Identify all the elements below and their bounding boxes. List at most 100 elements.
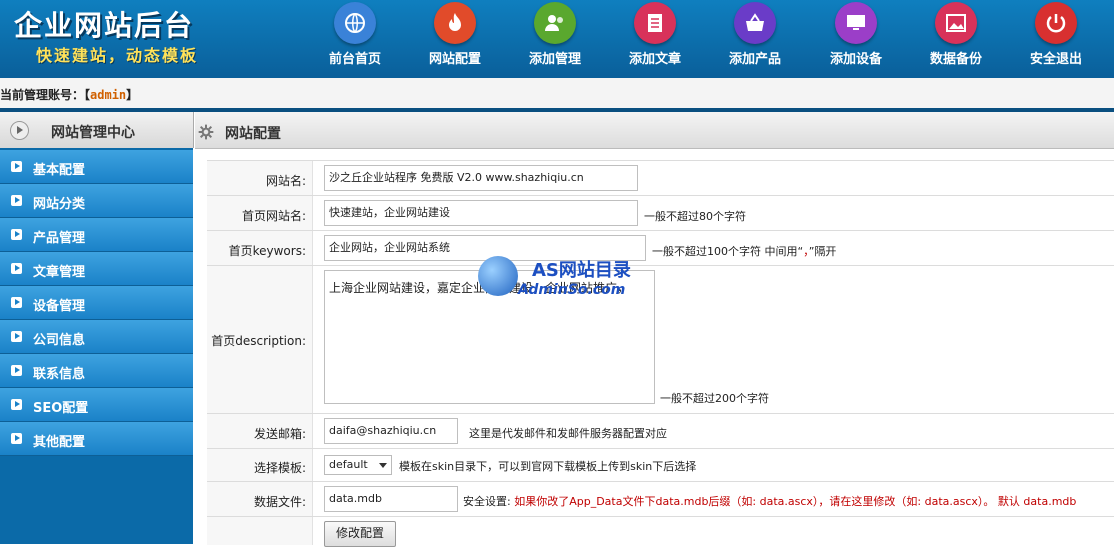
- site-name-label: 网站名:: [265, 174, 306, 188]
- main-header: 网站配置: [195, 112, 1114, 149]
- arrow-right-icon: [11, 433, 22, 444]
- sidebar-item-label: 文章管理: [33, 265, 86, 280]
- template-hint: 模板在skin目录下，可以到官网下载模板上传到skin下后选择: [399, 460, 697, 473]
- watermark-logo: AS网站目录 AdminSo.com: [478, 238, 658, 310]
- keywords-hint-end: ”隔开: [808, 245, 837, 258]
- arrow-right-icon: [11, 331, 22, 342]
- nav-add-product[interactable]: 添加产品: [720, 0, 790, 78]
- email-hint: 这里是代发邮件和发邮件服务器配置对应: [469, 427, 667, 440]
- datafile-label: 数据文件:: [253, 495, 306, 509]
- keywords-label: 首页keywors:: [228, 244, 306, 258]
- power-icon: [1035, 2, 1077, 44]
- email-label: 发送邮箱:: [253, 427, 306, 441]
- watermark-line1: AS网站目录: [532, 260, 631, 281]
- main-panel: 网站配置 网站名: 沙之丘企业站程序 免费版 V2.0 www.shazhiqi…: [195, 112, 1114, 547]
- security-setting-label: 安全设置:: [463, 495, 511, 508]
- arrow-right-icon: [11, 195, 22, 206]
- sidebar-item-articles[interactable]: 文章管理: [0, 252, 193, 286]
- sidebar-item-label: SEO配置: [33, 401, 89, 416]
- form-row-keywords: 首页keywors: 企业网站，企业网站系统 一般不超过100个字符 中间用“，…: [207, 230, 1114, 265]
- arrow-right-icon: [11, 229, 22, 240]
- nav-site-config[interactable]: 网站配置: [420, 0, 490, 78]
- globe-icon: [478, 256, 518, 296]
- keywords-hint-text: 一般不超过100个字符 中间用“: [652, 245, 804, 258]
- sidebar-item-label: 联系信息: [33, 367, 86, 382]
- nav-add-admin[interactable]: 添加管理: [520, 0, 590, 78]
- picture-icon: [935, 2, 977, 44]
- nav-label: 网站配置: [428, 52, 481, 67]
- nav-frontpage[interactable]: 前台首页: [320, 0, 390, 78]
- datafile-hint: 安全设置: 如果你改了App_Data文件下data.mdb后缀（如: data…: [463, 493, 1076, 509]
- sidebar-item-label: 基本配置: [33, 163, 86, 178]
- sidebar-item-label: 其他配置: [33, 435, 86, 450]
- sidebar-item-products[interactable]: 产品管理: [0, 218, 193, 252]
- sidebar-title: 网站管理中心: [51, 125, 135, 141]
- datafile-input[interactable]: data.mdb: [324, 486, 458, 512]
- form-row-datafile: 数据文件: data.mdb 安全设置: 如果你改了App_Data文件下dat…: [207, 481, 1114, 516]
- arrow-right-icon: [11, 297, 22, 308]
- sidebar-item-contact-info[interactable]: 联系信息: [0, 354, 193, 388]
- collapse-toggle-icon[interactable]: [10, 121, 29, 140]
- sidebar-item-basic-config[interactable]: 基本配置: [0, 150, 193, 184]
- monitor-icon: [835, 2, 877, 44]
- sidebar-item-company-info[interactable]: 公司信息: [0, 320, 193, 354]
- globe-icon: [334, 2, 376, 44]
- sidebar-item-label: 公司信息: [33, 333, 86, 348]
- current-account: 当前管理账号：【admin】: [0, 86, 138, 103]
- home-name-input[interactable]: 快速建站，企业网站建设: [324, 200, 638, 226]
- template-selected-value: default: [329, 458, 368, 471]
- nav-label: 添加管理: [528, 52, 581, 67]
- arrow-right-icon: [11, 399, 22, 410]
- sidebar-item-label: 产品管理: [33, 231, 86, 246]
- arrow-right-icon: [11, 365, 22, 376]
- keywords-hint: 一般不超过100个字符 中间用“，”隔开: [652, 243, 836, 259]
- account-suffix: 】: [126, 88, 139, 102]
- nav-label: 数据备份: [929, 52, 982, 67]
- form-row-template: 选择模板: default 模板在skin目录下，可以到官网下载模板上传到ski…: [207, 448, 1114, 481]
- nav-label: 添加文章: [628, 52, 681, 67]
- form-row-home-name: 首页网站名: 快速建站，企业网站建设 一般不超过80个字符: [207, 195, 1114, 230]
- top-header: 企业网站后台 快速建站，动态模板 前台首页 网站配置 添加管理 添加文章 添加产…: [0, 0, 1114, 78]
- site-name-input[interactable]: 沙之丘企业站程序 免费版 V2.0 www.shazhiqiu.cn: [324, 165, 638, 191]
- nav-data-backup[interactable]: 数据备份: [921, 0, 991, 78]
- gear-icon: [198, 124, 214, 140]
- arrow-right-icon: [11, 161, 22, 172]
- template-label: 选择模板:: [253, 461, 306, 475]
- logo-title: 企业网站后台: [14, 9, 195, 42]
- home-name-hint: 一般不超过80个字符: [644, 210, 746, 223]
- email-input[interactable]: daifa@shazhiqiu.cn: [324, 418, 458, 444]
- template-select[interactable]: default: [324, 455, 392, 475]
- sidebar-item-site-category[interactable]: 网站分类: [0, 184, 193, 218]
- sidebar-item-other-config[interactable]: 其他配置: [0, 422, 193, 456]
- nav-add-article[interactable]: 添加文章: [620, 0, 690, 78]
- sidebar: 网站管理中心 基本配置 网站分类 产品管理 文章管理 设备管理 公司信息 联系信…: [0, 112, 194, 544]
- document-list-icon: [634, 2, 676, 44]
- arrow-right-icon: [11, 263, 22, 274]
- nav-label: 添加设备: [829, 52, 882, 67]
- sidebar-item-devices[interactable]: 设备管理: [0, 286, 193, 320]
- nav-label: 添加产品: [728, 52, 781, 67]
- home-name-label: 首页网站名:: [241, 209, 306, 223]
- nav-add-device[interactable]: 添加设备: [821, 0, 891, 78]
- sidebar-item-seo-config[interactable]: SEO配置: [0, 388, 193, 422]
- submit-config-button[interactable]: 修改配置: [324, 521, 396, 547]
- basket-icon: [734, 2, 776, 44]
- description-hint: 一般不超过200个字符: [660, 392, 769, 405]
- flame-icon: [434, 2, 476, 44]
- sidebar-header[interactable]: 网站管理中心: [0, 112, 194, 148]
- account-username: admin: [90, 88, 127, 102]
- account-prefix: 当前管理账号：【: [0, 88, 91, 102]
- nav-label: 安全退出: [1029, 52, 1082, 67]
- form-row-submit: 修改配置: [207, 516, 1114, 547]
- nav-logout[interactable]: 安全退出: [1021, 0, 1091, 78]
- form-row-email: 发送邮箱: daifa@shazhiqiu.cn 这里是代发邮件和发邮件服务器配…: [207, 413, 1114, 448]
- description-label: 首页description:: [211, 334, 306, 348]
- form-row-site-name: 网站名: 沙之丘企业站程序 免费版 V2.0 www.shazhiqiu.cn: [207, 160, 1114, 195]
- sidebar-item-label: 网站分类: [33, 197, 86, 212]
- logo-subtitle: 快速建站，动态模板: [36, 46, 199, 65]
- nav-label: 前台首页: [328, 52, 381, 67]
- users-icon: [534, 2, 576, 44]
- page-title: 网站配置: [225, 126, 281, 142]
- security-setting-note: 如果你改了App_Data文件下data.mdb后缀（如: data.ascx）…: [514, 495, 1077, 508]
- account-bar: 当前管理账号：【admin】: [0, 78, 1114, 112]
